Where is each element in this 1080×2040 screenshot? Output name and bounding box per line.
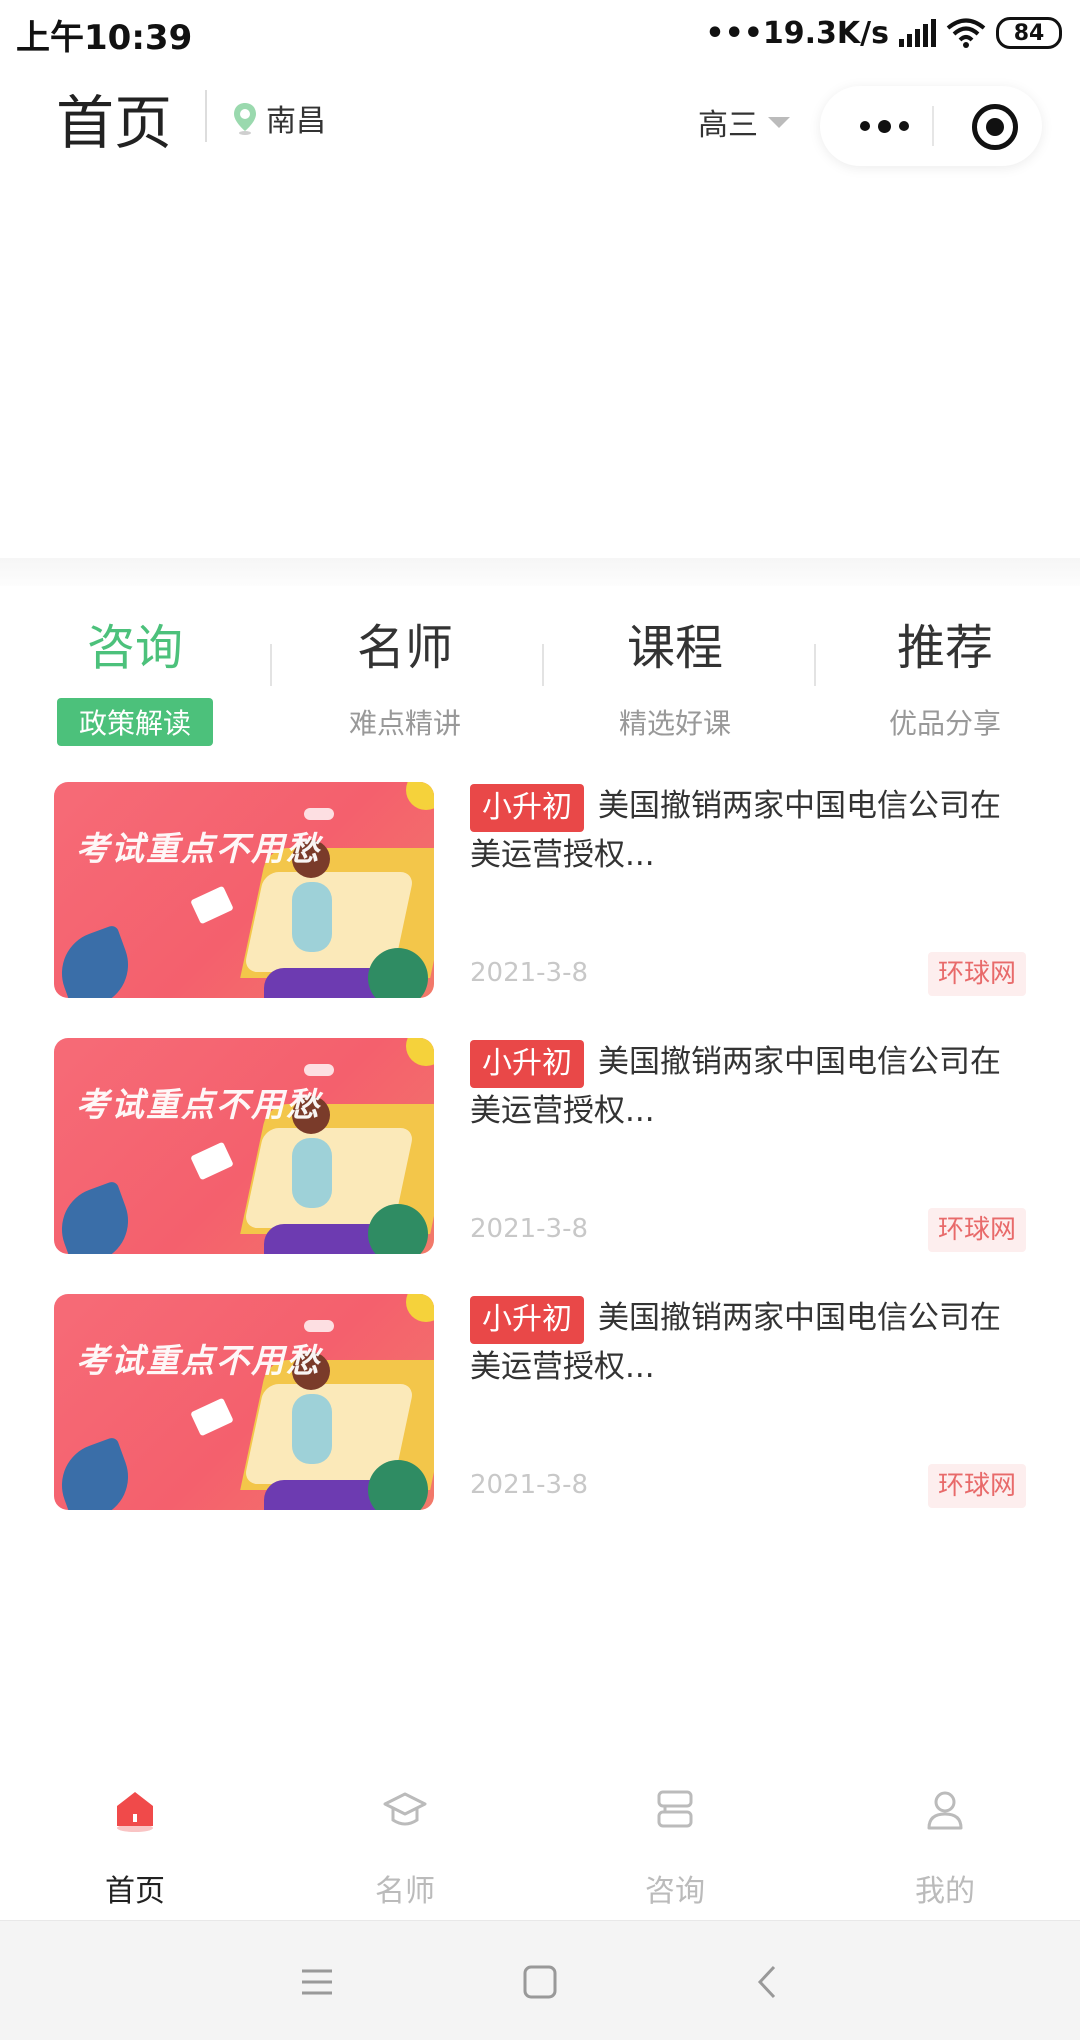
capsule-divider (932, 106, 934, 146)
article-tag: 小升初 (470, 784, 584, 832)
tab-teachers[interactable]: 名师 难点精讲 (270, 598, 540, 748)
tab-title: 课程 (626, 620, 723, 676)
header: 首页 南昌 高三 (0, 66, 1080, 186)
list-item[interactable]: 考试重点不用愁 美国撤销两家中国电信公司在美运营授权... 小升初 2021-3… (0, 1294, 1080, 1514)
banner-area (0, 186, 1080, 558)
tab-courses[interactable]: 课程 精选好课 (540, 598, 810, 748)
tabbar-label: 咨询 (645, 1874, 705, 1909)
user-icon (927, 1791, 963, 1830)
tabbar-label: 首页 (105, 1874, 165, 1909)
tab-subtitle: 优品分享 (888, 707, 1001, 740)
tab-title: 推荐 (896, 620, 993, 676)
article-source: 环球网 (927, 952, 1026, 996)
location-pin-icon (234, 103, 256, 135)
location-label: 南昌 (266, 104, 326, 139)
page-title: 首页 (56, 89, 173, 157)
system-navigation-bar (0, 1920, 1080, 2040)
article-thumbnail: 考试重点不用愁 (54, 1294, 434, 1510)
article-thumbnail: 考试重点不用愁 (54, 782, 434, 998)
article-date: 2021-3-8 (470, 958, 589, 988)
tabbar-label: 名师 (375, 1874, 435, 1909)
grade-label: 高三 (698, 108, 758, 143)
graduation-cap-icon (383, 1792, 427, 1826)
grade-selector[interactable]: 高三 (698, 100, 790, 144)
list-item[interactable]: 考试重点不用愁 美国撤销两家中国电信公司在美运营授权... 小升初 2021-3… (0, 1038, 1080, 1258)
scroll-icon (657, 1790, 693, 1828)
location-selector[interactable]: 南昌 (232, 96, 326, 140)
tab-recommend[interactable]: 推荐 优品分享 (810, 598, 1080, 748)
thumbnail-caption: 考试重点不用愁 (76, 1085, 321, 1124)
close-target-icon[interactable] (972, 104, 1018, 150)
signal-icon (899, 19, 936, 47)
wifi-icon (946, 18, 986, 48)
thumbnail-caption: 考试重点不用愁 (76, 829, 321, 868)
bottom-tab-bar: 首页 名师 咨询 我的 (0, 1770, 1080, 1920)
tabbar-label: 我的 (915, 1874, 975, 1909)
tab-subtitle: 难点精讲 (348, 707, 461, 740)
tab-subtitle: 精选好课 (618, 707, 731, 740)
article-date: 2021-3-8 (470, 1470, 589, 1500)
battery-icon: 84 (996, 17, 1062, 49)
section-divider (0, 558, 1080, 586)
tabbar-item-home[interactable]: 首页 (0, 1770, 270, 1920)
tab-consult[interactable]: 咨询 政策解读 (0, 598, 270, 748)
article-thumbnail: 考试重点不用愁 (54, 1038, 434, 1254)
tabbar-item-mine[interactable]: 我的 (810, 1770, 1080, 1920)
article-source: 环球网 (927, 1208, 1026, 1252)
article-date: 2021-3-8 (470, 1214, 589, 1244)
status-indicators: •••19.3K/s 84 (705, 10, 1062, 56)
menu-icon[interactable] (292, 1957, 342, 2007)
home-icon (117, 1792, 153, 1832)
tab-title: 咨询 (86, 620, 183, 676)
network-speed: •••19.3K/s (705, 15, 889, 51)
tab-title: 名师 (356, 620, 453, 676)
mini-program-capsule (820, 86, 1042, 166)
article-tag: 小升初 (470, 1040, 584, 1088)
status-time: 上午10:39 (16, 18, 193, 58)
status-bar: 上午10:39 •••19.3K/s 84 (0, 0, 1080, 66)
list-item[interactable]: 考试重点不用愁 美国撤销两家中国电信公司在美运营授权... 小升初 2021-3… (0, 782, 1080, 1002)
title-divider (205, 90, 207, 142)
back-icon[interactable] (742, 1957, 792, 2007)
tab-subtitle: 政策解读 (56, 698, 213, 746)
thumbnail-caption: 考试重点不用愁 (76, 1341, 321, 1380)
article-source: 环球网 (927, 1464, 1026, 1508)
article-tag: 小升初 (470, 1296, 584, 1344)
home-square-icon[interactable] (515, 1957, 565, 2007)
tabbar-item-teachers[interactable]: 名师 (270, 1770, 540, 1920)
more-icon[interactable] (844, 86, 924, 166)
tabbar-item-consult[interactable]: 咨询 (540, 1770, 810, 1920)
category-tabs: 咨询 政策解读 名师 难点精讲 课程 精选好课 推荐 优品分享 (0, 598, 1080, 748)
caret-down-icon (768, 116, 790, 128)
